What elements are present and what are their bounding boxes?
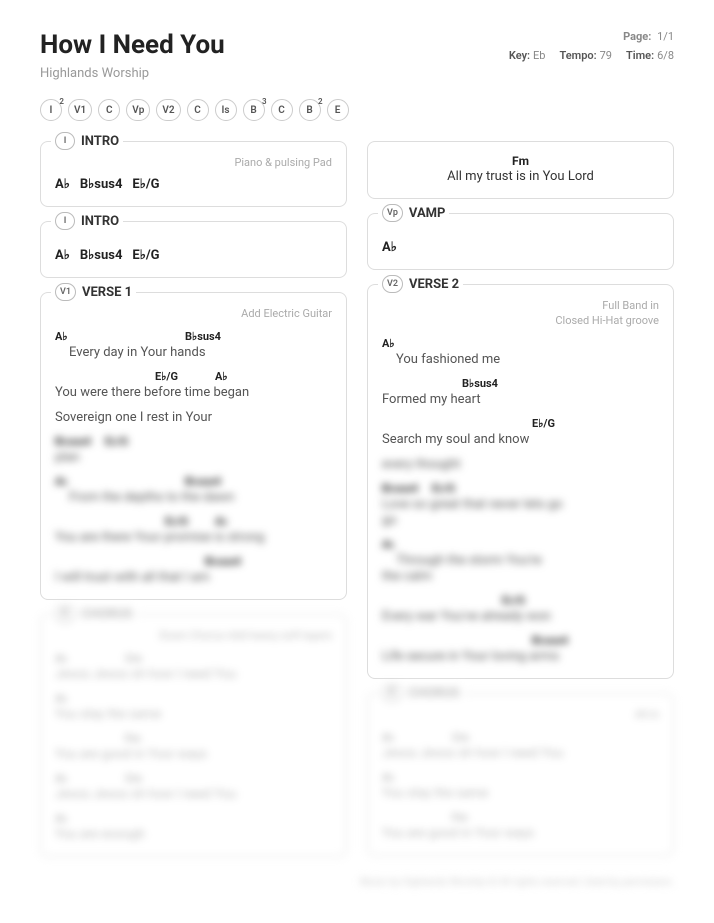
chord: B♭sus4 — [185, 330, 221, 343]
lyric-line-blurred: Jesus Jesus oh how I need You — [55, 667, 332, 682]
section-intro-2: I INTRO A♭ B♭sus4 E♭/G — [40, 221, 347, 278]
lyric-line-blurred: You are good in Your ways — [55, 747, 332, 762]
chord: A♭ — [55, 248, 70, 263]
section-note: All in — [382, 708, 659, 721]
lyric-line-blurred: the calm — [382, 569, 659, 584]
section-note: Piano & pulsing Pad — [55, 156, 332, 169]
tempo-value: 79 — [600, 49, 612, 62]
tempo-label: Tempo: — [559, 49, 596, 62]
lyric-line-blurred: Jesus Jesus oh how I need You — [382, 746, 659, 761]
section-intro-1: I INTRO Piano & pulsing Pad A♭ B♭sus4 E♭… — [40, 141, 347, 207]
chord: E♭/G — [155, 370, 178, 383]
section-badge: Vp — [382, 204, 403, 222]
section-title: CHORUS — [408, 686, 460, 701]
chord: Fm — [382, 154, 659, 168]
time-value: 6/8 — [657, 49, 674, 62]
nav-pill-c3[interactable]: C — [271, 99, 293, 121]
lyric-line: All my trust is in You Lord — [382, 169, 659, 184]
section-note: Closed Hi-Hat groove — [382, 314, 659, 327]
section-title: VERSE 1 — [82, 285, 132, 300]
page-value: 1/1 — [657, 30, 674, 43]
lyric-line-blurred: Life secure in Your loving arms — [382, 649, 659, 664]
lyric-line: You were there before time began — [55, 385, 332, 400]
chord: B♭sus4 — [80, 248, 123, 263]
lyric-line: Sovereign one I rest in Your — [55, 410, 332, 425]
lyric-line-blurred: You stay the same — [382, 786, 659, 801]
section-badge: V2 — [382, 275, 403, 293]
section-title: VERSE 2 — [409, 277, 459, 292]
chord: B♭sus4 — [80, 177, 123, 192]
section-chorus-2: C CHORUS All in A♭Cm Jesus Jesus oh how … — [367, 693, 674, 856]
section-vamp: Vp VAMP A♭ — [367, 213, 674, 270]
lyric-line-blurred: You are there Your promise is strong — [55, 530, 332, 545]
chord: A♭ — [382, 240, 397, 255]
section-badge: V1 — [55, 283, 76, 301]
section-note: Add Electric Guitar — [55, 307, 332, 320]
lyric-line-blurred: From the depths to the dawn — [55, 490, 332, 505]
section-note: Full Band in — [382, 299, 659, 312]
nav-pill-c[interactable]: C — [98, 99, 120, 121]
lyric-line-blurred: plan — [55, 450, 332, 465]
chord: B♭sus4 — [462, 377, 498, 390]
footer-credits: Music by Highlands Worship © All rights … — [40, 877, 674, 888]
chord: A♭ — [55, 177, 70, 192]
section-verse-2: V2 VERSE 2 Full Band in Closed Hi-Hat gr… — [367, 284, 674, 679]
section-title: CHORUS — [81, 607, 133, 622]
lyric-line-blurred: You stay the same — [55, 707, 332, 722]
section-note: Down Chorus Add heavy soft layers — [55, 629, 332, 642]
section-badge: C — [55, 605, 75, 623]
key-label: Key: — [509, 49, 530, 62]
lyric-line-blurred: Through the storm You're — [382, 553, 659, 568]
lyric-line-blurred: I will trust with all that I am — [55, 570, 332, 585]
chord: E♭/G — [532, 417, 555, 430]
section-title: VAMP — [409, 206, 446, 221]
lyric-line: Every day in Your hands — [55, 345, 332, 360]
lyric-line-blurred: You are good in Your ways — [382, 826, 659, 841]
nav-pill-b2[interactable]: B2 — [299, 99, 321, 121]
lyric-line-blurred: Jesus Jesus oh how I need You — [55, 787, 332, 802]
section-nav: I2 V1 C Vp V2 C Is B3 C B2 E — [40, 99, 674, 121]
page-label: Page: — [623, 30, 651, 43]
chord: A♭ — [55, 330, 68, 343]
chord: A♭ — [382, 337, 395, 350]
lyric-line-blurred: Every war You've already won — [382, 609, 659, 624]
time-label: Time: — [626, 49, 654, 62]
nav-pill-b[interactable]: B3 — [243, 99, 265, 121]
chord: E♭/G — [132, 248, 159, 263]
section-title: INTRO — [81, 214, 119, 229]
chord: E♭/G — [132, 177, 159, 192]
section-lyric-fragment: Fm All my trust is in You Lord — [367, 141, 674, 199]
section-title: INTRO — [81, 134, 119, 149]
chord: A♭ — [215, 370, 228, 383]
section-badge: I — [55, 132, 75, 150]
nav-pill-c2[interactable]: C — [187, 99, 209, 121]
nav-pill-v1[interactable]: V1 — [68, 99, 92, 121]
nav-pill-is[interactable]: Is — [215, 99, 237, 121]
artist-name: Highlands Worship — [40, 66, 674, 81]
meta-block: Page: 1/1 Key:Eb Tempo: 79 Time:6/8 — [509, 30, 674, 62]
nav-pill-intro[interactable]: I2 — [40, 99, 62, 121]
nav-pill-e[interactable]: E — [327, 99, 349, 121]
song-title: How I Need You — [40, 30, 225, 60]
section-badge: C — [382, 684, 402, 702]
lyric-line: You fashioned me — [382, 352, 659, 367]
lyric-line-blurred: every thought — [382, 457, 659, 472]
nav-pill-vp[interactable]: Vp — [126, 99, 150, 121]
lyric-line-blurred: You are enough — [55, 827, 332, 842]
nav-pill-v2[interactable]: V2 — [156, 99, 180, 121]
key-value: Eb — [533, 49, 545, 62]
lyric-line: Search my soul and know — [382, 432, 659, 447]
lyric-line: Formed my heart — [382, 392, 659, 407]
section-chorus-1: C CHORUS Down Chorus Add heavy soft laye… — [40, 614, 347, 857]
section-verse-1: V1 VERSE 1 Add Electric Guitar A♭ B♭sus4… — [40, 292, 347, 600]
lyric-line-blurred: Love so great that never lets go — [382, 497, 659, 512]
section-badge: I — [55, 212, 75, 230]
